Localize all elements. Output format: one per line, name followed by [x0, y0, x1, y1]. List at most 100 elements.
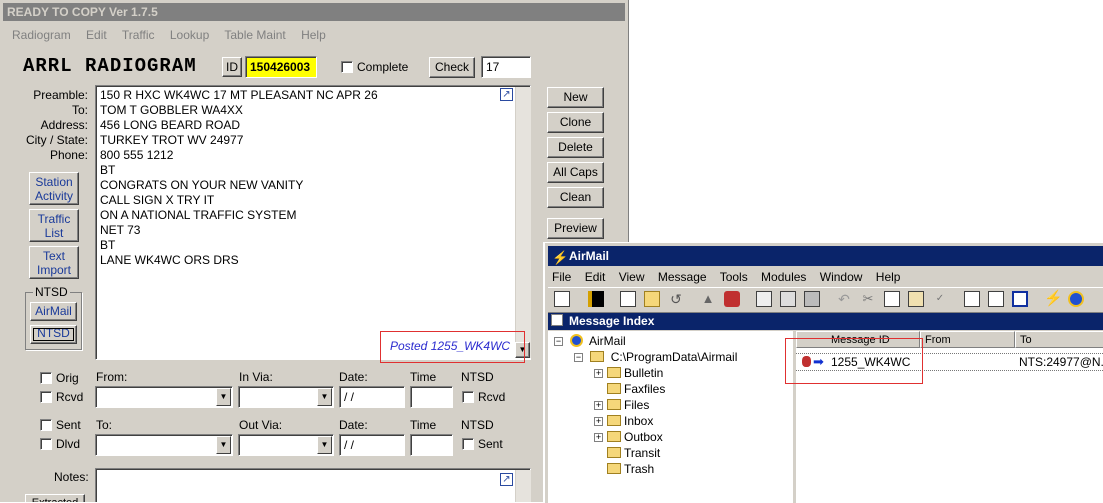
message-index-icon[interactable]	[554, 291, 570, 307]
expand-icon[interactable]: +	[594, 369, 603, 378]
book-icon[interactable]	[588, 291, 604, 307]
message-text-area[interactable]: 150 R HXC WK4WC 17 MT PLEASANT NC APR 26…	[95, 85, 531, 360]
city-state-label: City / State:	[25, 133, 88, 147]
undo-disabled-icon[interactable]: ↶	[836, 291, 852, 307]
spellcheck-icon[interactable]: ✓	[932, 291, 948, 307]
clone-button[interactable]: Clone	[547, 112, 604, 133]
expand-icon[interactable]: ↗	[500, 88, 513, 101]
all-caps-button[interactable]: All Caps	[547, 162, 604, 183]
tree-item-inbox[interactable]: + Inbox	[594, 413, 653, 429]
message-scrollbar[interactable]	[515, 87, 531, 358]
in-date-field[interactable]: / /	[339, 386, 405, 408]
check-count-field[interactable]: 17	[481, 56, 531, 78]
notes-scrollbar[interactable]	[515, 470, 531, 502]
orig-checkbox[interactable]	[40, 372, 52, 384]
tree-item-bulletin[interactable]: + Bulletin	[594, 365, 663, 381]
tree-item-faxfiles[interactable]: Faxfiles	[607, 381, 665, 397]
sent-checkbox[interactable]	[40, 419, 52, 431]
airmail-menu-help[interactable]: Help	[876, 270, 901, 284]
collapse-icon[interactable]: −	[574, 353, 583, 362]
preview-button[interactable]: Preview	[547, 218, 604, 239]
out-via-dropdown[interactable]: ▼	[238, 434, 334, 456]
attach-icon[interactable]	[724, 291, 740, 307]
menu-help[interactable]: Help	[301, 28, 326, 42]
expand-icon[interactable]: +	[594, 401, 603, 410]
menu-lookup[interactable]: Lookup	[170, 28, 209, 42]
message-line: LANE WK4WC ORS DRS	[100, 253, 239, 267]
airmail-menu-edit[interactable]: Edit	[585, 270, 606, 284]
menu-radiogram[interactable]: Radiogram	[12, 28, 71, 42]
print-icon[interactable]	[780, 291, 796, 307]
airmail-menu-file[interactable]: File	[552, 270, 571, 284]
from-dropdown[interactable]: ▼	[95, 386, 233, 408]
address-label: Address:	[40, 118, 88, 132]
column-to[interactable]: To	[1015, 331, 1103, 348]
copy-icon[interactable]	[884, 291, 900, 307]
globe-icon[interactable]	[1068, 291, 1084, 307]
notes-text-area[interactable]: ↗	[95, 468, 531, 502]
clean-button[interactable]: Clean	[547, 187, 604, 208]
delete-button[interactable]: Delete	[547, 137, 604, 158]
chevron-down-icon[interactable]: ▼	[216, 388, 231, 406]
tree-item-files[interactable]: + Files	[594, 397, 649, 413]
station-activity-button[interactable]: Station Activity	[29, 172, 79, 205]
menu-traffic[interactable]: Traffic	[122, 28, 155, 42]
tree-root[interactable]: − AirMail	[554, 333, 626, 349]
chevron-down-icon[interactable]: ▼	[216, 436, 231, 454]
to-dropdown[interactable]: ▼	[95, 434, 233, 456]
dlvd-checkbox[interactable]	[40, 438, 52, 450]
tree-item-outbox[interactable]: + Outbox	[594, 429, 663, 445]
cut-icon[interactable]: ✂	[860, 291, 876, 307]
collapse-icon[interactable]: −	[554, 337, 563, 346]
expand-icon[interactable]: +	[594, 433, 603, 442]
airmail-menu-view[interactable]: View	[619, 270, 645, 284]
ntsd-rcvd-checkbox[interactable]	[462, 391, 474, 403]
airmail-button[interactable]: AirMail	[30, 302, 77, 321]
connect-icon[interactable]: ⚡	[1044, 291, 1063, 307]
ntsd-sent-checkbox[interactable]	[462, 438, 474, 450]
airmail-menu-window[interactable]: Window	[820, 270, 863, 284]
chevron-down-icon[interactable]: ▼	[317, 388, 332, 406]
out-date-field[interactable]: / /	[339, 434, 405, 456]
menu-table-maint[interactable]: Table Maint	[224, 28, 285, 42]
tree-item-transit[interactable]: Transit	[607, 445, 660, 461]
in-via-dropdown[interactable]: ▼	[238, 386, 334, 408]
list-icon[interactable]	[988, 291, 1004, 307]
complete-checkbox[interactable]	[341, 61, 353, 73]
tree-item-label: Transit	[624, 446, 661, 460]
notes-label: Notes:	[54, 470, 89, 484]
airmail-menu-message[interactable]: Message	[658, 270, 707, 284]
traffic-list-label-1: Traffic	[37, 212, 71, 226]
ntsd-in-label: NTSD	[461, 370, 494, 384]
traffic-list-button[interactable]: Traffic List	[29, 209, 79, 242]
in-time-field[interactable]	[410, 386, 453, 408]
paste-icon[interactable]	[908, 291, 924, 307]
expand-icon[interactable]: +	[594, 417, 603, 426]
rcvd-checkbox[interactable]	[40, 391, 52, 403]
out-time-field[interactable]	[410, 434, 453, 456]
tree-path[interactable]: − C:\ProgramData\Airmail	[574, 349, 737, 365]
ntsd-button[interactable]: NTSD	[30, 325, 77, 344]
expand-icon[interactable]: ↗	[500, 473, 513, 486]
new-button[interactable]: New	[547, 87, 604, 108]
check-button[interactable]: Check	[429, 57, 475, 78]
open-folder-icon[interactable]	[644, 291, 660, 307]
send-icon[interactable]: ▲	[700, 291, 716, 307]
columns-icon[interactable]	[964, 291, 980, 307]
tree-item-trash[interactable]: Trash	[607, 461, 654, 477]
menu-edit[interactable]: Edit	[86, 28, 107, 42]
airmail-menu-modules[interactable]: Modules	[761, 270, 806, 284]
id-button[interactable]: ID	[222, 57, 242, 77]
window-icon[interactable]	[1012, 291, 1028, 307]
chevron-down-icon[interactable]: ▼	[317, 436, 332, 454]
extracted-button[interactable]: Extracted	[25, 494, 85, 502]
id-field[interactable]: 150426003	[245, 56, 317, 78]
save-icon[interactable]	[756, 291, 772, 307]
column-from[interactable]: From	[920, 331, 1015, 348]
delete-icon[interactable]	[804, 291, 820, 307]
new-document-icon[interactable]	[620, 291, 636, 307]
airmail-menu-tools[interactable]: Tools	[720, 270, 748, 284]
text-import-button[interactable]: Text Import	[29, 246, 79, 279]
undo-icon[interactable]: ↺	[668, 291, 684, 307]
ready-to-copy-window: READY TO COPY Ver 1.7.5 Radiogram Edit T…	[0, 0, 629, 502]
